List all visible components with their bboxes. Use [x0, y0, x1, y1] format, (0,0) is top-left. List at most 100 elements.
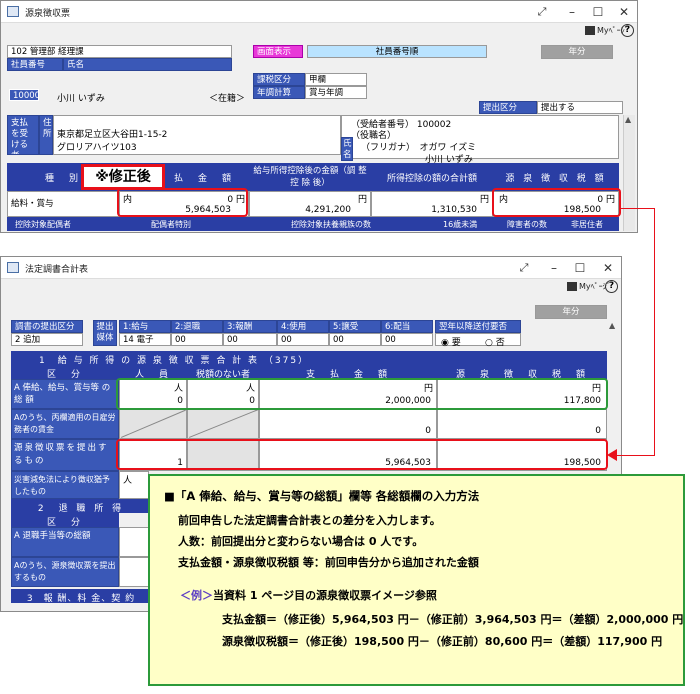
note-line3: 支払金額・源泉徴収税額 等：前回申告分から追加された金額	[178, 556, 479, 570]
emp-no-input[interactable]: 100002	[9, 89, 39, 101]
scroll-up-icon[interactable]: ▲	[625, 115, 631, 124]
bottom-label-1: 控除対象配偶者	[15, 220, 71, 229]
medium-dividend[interactable]: 00	[381, 333, 433, 346]
year-end-label: 年調計算	[253, 86, 305, 99]
minimize-button[interactable]: –	[559, 3, 585, 21]
bottom-label-3: 控除対象扶養親族の数	[291, 220, 371, 229]
next-year-label: 翌年以降送付要否	[435, 320, 521, 333]
medium-fee[interactable]: 00	[223, 333, 277, 346]
explanation-note: ■「A 俸給、給与、賞与等の総額」欄等 各総額欄の入力方法 前回申告した法定調書…	[148, 474, 685, 686]
withholding-header: 源 泉 徴 収 税 額	[493, 163, 619, 191]
employment-status: ＜在籍＞	[209, 94, 246, 104]
note-example-text: 当資料 1 ページ目の源泉徴収票イメージ参照	[213, 589, 437, 603]
window-title: 源泉徴収票	[25, 9, 71, 19]
minimize-button-2[interactable]: –	[541, 259, 567, 277]
section1-title: 1 給 与 所 得 の 源 泉 徴 収 票 合 計 表 （375）	[11, 351, 607, 365]
tax-category-value[interactable]: 甲欄	[305, 73, 367, 86]
bottom-label-4: 16歳未満	[443, 220, 478, 229]
submit-kind-value-2[interactable]: 2 追加	[11, 333, 83, 346]
note-line2: 人数：前回提出分と変わらない場合は 0 人です。	[178, 534, 424, 548]
app-icon	[7, 6, 19, 17]
note-line1: 前回申告した法定調書合計表との差分を入力します。	[178, 513, 441, 527]
address-line2: グロリアハイツ103	[57, 143, 137, 153]
highlight-payment	[117, 188, 248, 217]
scrollbar[interactable]	[623, 115, 635, 231]
section2-people-a[interactable]	[119, 527, 149, 557]
doc-tab-use[interactable]: 4:使用	[277, 320, 329, 333]
maximize-button-2[interactable]: ☐	[567, 259, 593, 277]
col-withholding: 源 泉 徴 収 税 額	[437, 365, 607, 379]
close-button[interactable]: ✕	[611, 3, 637, 21]
submit-kind-label: 提出区分	[479, 101, 537, 114]
name-label: 氏名	[63, 58, 232, 71]
connector-horizontal-bottom	[616, 455, 655, 456]
screen-display-button[interactable]: 画面表示	[253, 45, 303, 58]
payee-label: 支払を受ける者	[7, 115, 39, 155]
doc-tab-transfer[interactable]: 5:譲受	[329, 320, 381, 333]
address-line1: 東京都足立区大谷田1-15-2	[57, 130, 168, 140]
bottom-label-5: 障害者の数	[507, 220, 547, 229]
col-people: 人 員	[119, 365, 187, 379]
help-icon-2[interactable]: ?	[605, 280, 618, 293]
section2-row-b: Aのうち、源泉徴収票を提出するもの	[11, 557, 119, 587]
deduction-header: 給与所得控除後の金額（調 整 控 除 後）	[249, 163, 371, 191]
doc-tab-dividend[interactable]: 6:配当	[381, 320, 433, 333]
expand-icon[interactable]: ⤢	[529, 3, 555, 21]
note-example: ＜例＞当資料 1 ページ目の源泉徴収票イメージ参照	[164, 589, 669, 602]
radio-yes[interactable]: ◉ 要	[441, 335, 461, 348]
bottom-label-6: 非居住者	[571, 220, 603, 229]
col-kubun: 区 分	[11, 365, 119, 379]
highlight-row-a	[116, 378, 608, 410]
doc-tab-retirement[interactable]: 2:退職	[171, 320, 223, 333]
highlight-withholding	[492, 188, 621, 217]
row-type-cell: 給料・賞与	[7, 191, 119, 217]
row-d-label: 災害減免法により徴収猶予したもの	[11, 471, 119, 499]
help-icon[interactable]: ?	[621, 24, 634, 37]
medium-retirement[interactable]: 00	[171, 333, 223, 346]
bottom-label-2: 配偶者特別	[151, 220, 191, 229]
deduction-amount: 4,291,200	[305, 205, 351, 215]
row-b-payment-value: 0	[425, 426, 431, 436]
close-button-2[interactable]: ✕	[595, 259, 621, 277]
year-button[interactable]: 年分	[541, 45, 613, 59]
app-icon-2	[7, 262, 19, 273]
emp-no-order-field[interactable]: 社員番号順	[307, 45, 487, 58]
section2-kubun: 区 分	[11, 513, 119, 527]
note-calc1: 支払金額＝（修正後）5,964,503 円－（修正前）3,964,503 円＝（…	[222, 612, 684, 626]
window-title-2: 法定調書合計表	[25, 265, 89, 275]
connector-arrow-icon	[607, 449, 617, 461]
submit-kind-label-2: 調書の提出区分	[11, 320, 83, 333]
total-deduction-amount: 1,310,530	[431, 205, 477, 215]
corrected-label: ※修正後	[95, 169, 151, 185]
note-heading: ■「A 俸給、給与、賞与等の総額」欄等 各総額欄の入力方法	[164, 489, 480, 503]
emp-no-label: 社員番号	[7, 58, 63, 71]
submit-kind-value[interactable]: 提出する	[537, 101, 623, 114]
total-deduction-yen: 円	[479, 195, 489, 205]
mypage-icon-2	[567, 282, 577, 291]
scroll-up-icon-2[interactable]: ▲	[609, 321, 615, 330]
doc-tab-salary[interactable]: 1:給与	[119, 320, 171, 333]
doc-label: 提出媒体	[93, 320, 117, 346]
row-d-people-unit: 人	[123, 476, 133, 486]
row-a-label: A 俸給、給与、賞与等 の 総 額	[11, 379, 119, 409]
medium-use[interactable]: 00	[277, 333, 329, 346]
tax-category-label: 課税区分	[253, 73, 305, 86]
radio-no[interactable]: ○ 否	[485, 335, 505, 348]
expand-icon-2[interactable]: ⤢	[511, 259, 537, 277]
corrected-label-box: ※修正後	[81, 164, 165, 190]
total-deduction-header: 所得控除の額の合計額	[371, 163, 493, 191]
year-end-value[interactable]: 賞与年調	[305, 86, 367, 99]
section2-title: 2 退 職 所 得	[11, 499, 151, 513]
section2-people-b[interactable]	[119, 557, 149, 587]
row-b-withholding-value: 0	[595, 426, 601, 436]
maximize-button[interactable]: ☐	[585, 3, 611, 21]
row-b-label: Aのうち、丙欄適用の日雇労務者の賃金	[11, 409, 119, 439]
highlight-row-c	[116, 439, 608, 470]
doc-tab-fee[interactable]: 3:報酬	[223, 320, 277, 333]
year-button-2[interactable]: 年分	[535, 305, 607, 319]
col-no-tax: 税額のない者	[187, 365, 259, 379]
deduction-yen: 円	[357, 195, 367, 205]
medium-salary[interactable]: 14 電子	[119, 333, 171, 346]
connector-vertical	[654, 208, 655, 456]
medium-transfer[interactable]: 00	[329, 333, 381, 346]
